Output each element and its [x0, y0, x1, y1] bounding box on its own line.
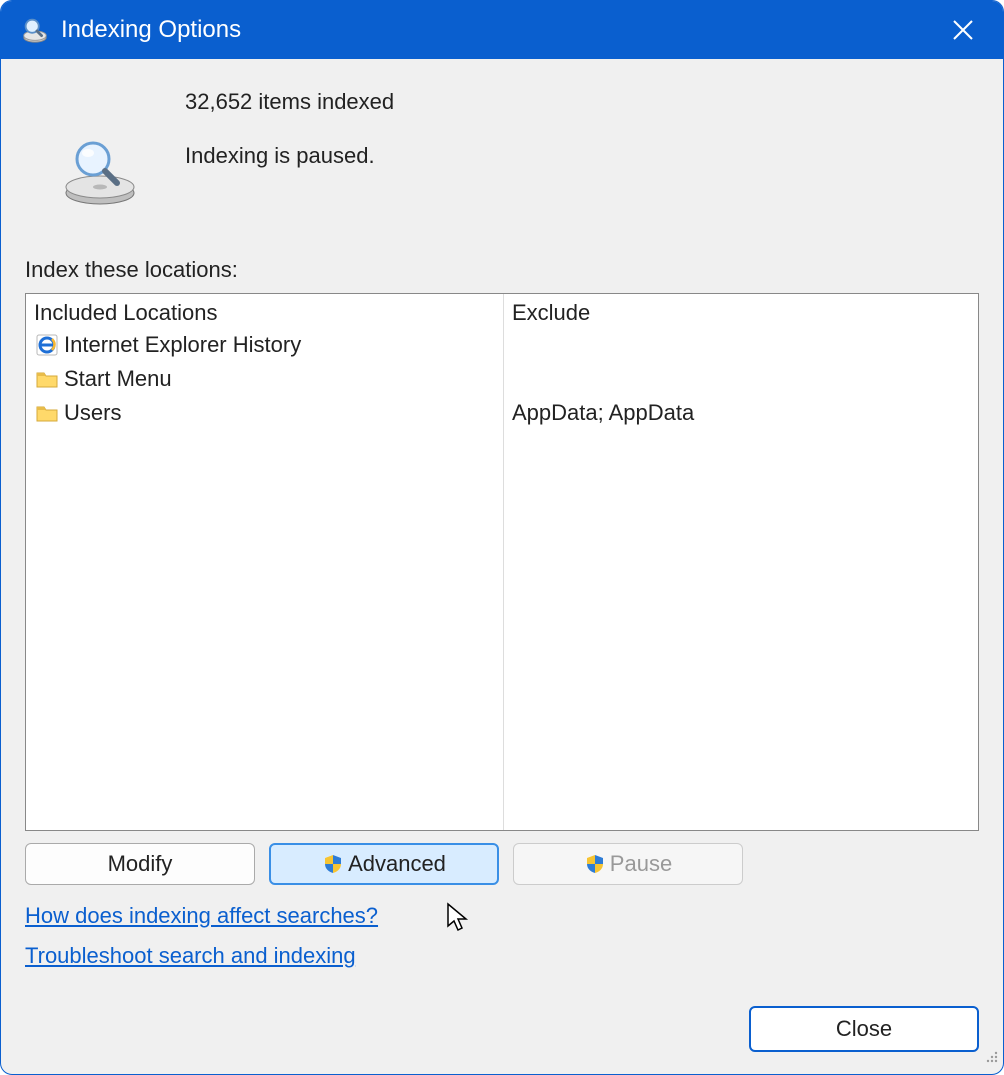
button-label: Modify [108, 851, 173, 877]
troubleshoot-link[interactable]: Troubleshoot search and indexing [25, 943, 979, 969]
button-label: Close [836, 1016, 892, 1042]
button-label: Advanced [348, 851, 446, 877]
exclude-value: AppData; AppData [512, 396, 970, 430]
indexing-state-text: Indexing is paused. [185, 143, 394, 169]
indexing-options-window: Indexing Options 32,652 items in [0, 0, 1004, 1075]
exclude-column: Exclude AppData; AppData [504, 294, 978, 830]
locations-list[interactable]: Included Locations Internet Explorer His… [25, 293, 979, 831]
list-item-label: Internet Explorer History [64, 332, 301, 358]
action-button-row: Modify Advanced [25, 843, 979, 885]
included-locations-column: Included Locations Internet Explorer His… [26, 294, 504, 830]
close-icon [952, 19, 974, 41]
help-links: How does indexing affect searches? Troub… [25, 903, 979, 969]
shield-icon [322, 853, 344, 875]
list-item[interactable]: Start Menu [34, 362, 495, 396]
titlebar[interactable]: Indexing Options [1, 1, 1003, 59]
folder-icon [34, 400, 60, 426]
resize-grip-icon[interactable] [983, 1047, 999, 1070]
dialog-close-row: Close [749, 1006, 979, 1052]
modify-button[interactable]: Modify [25, 843, 255, 885]
list-item-label: Start Menu [64, 366, 172, 392]
content-area: 32,652 items indexed Indexing is paused.… [1, 59, 1003, 1003]
status-block: 32,652 items indexed Indexing is paused. [25, 89, 979, 217]
ie-icon [34, 332, 60, 358]
shield-icon [584, 853, 606, 875]
button-label: Pause [610, 851, 672, 877]
titlebar-close-button[interactable] [939, 6, 987, 54]
folder-icon [34, 366, 60, 392]
list-item[interactable]: Users [34, 396, 495, 430]
included-locations-header: Included Locations [34, 300, 495, 326]
help-link-searches[interactable]: How does indexing affect searches? [25, 903, 979, 929]
list-item-label: Users [64, 400, 121, 426]
exclude-value [512, 328, 970, 362]
exclude-value [512, 362, 970, 396]
advanced-button[interactable]: Advanced [269, 843, 499, 885]
list-item[interactable]: Internet Explorer History [34, 328, 495, 362]
items-indexed-count: 32,652 items indexed [185, 89, 394, 115]
pause-button: Pause [513, 843, 743, 885]
window-title: Indexing Options [61, 16, 939, 44]
close-button[interactable]: Close [749, 1006, 979, 1052]
search-drive-icon [19, 14, 51, 46]
indexing-status-icon [55, 127, 145, 217]
index-locations-label: Index these locations: [25, 257, 979, 283]
exclude-header: Exclude [512, 300, 970, 326]
